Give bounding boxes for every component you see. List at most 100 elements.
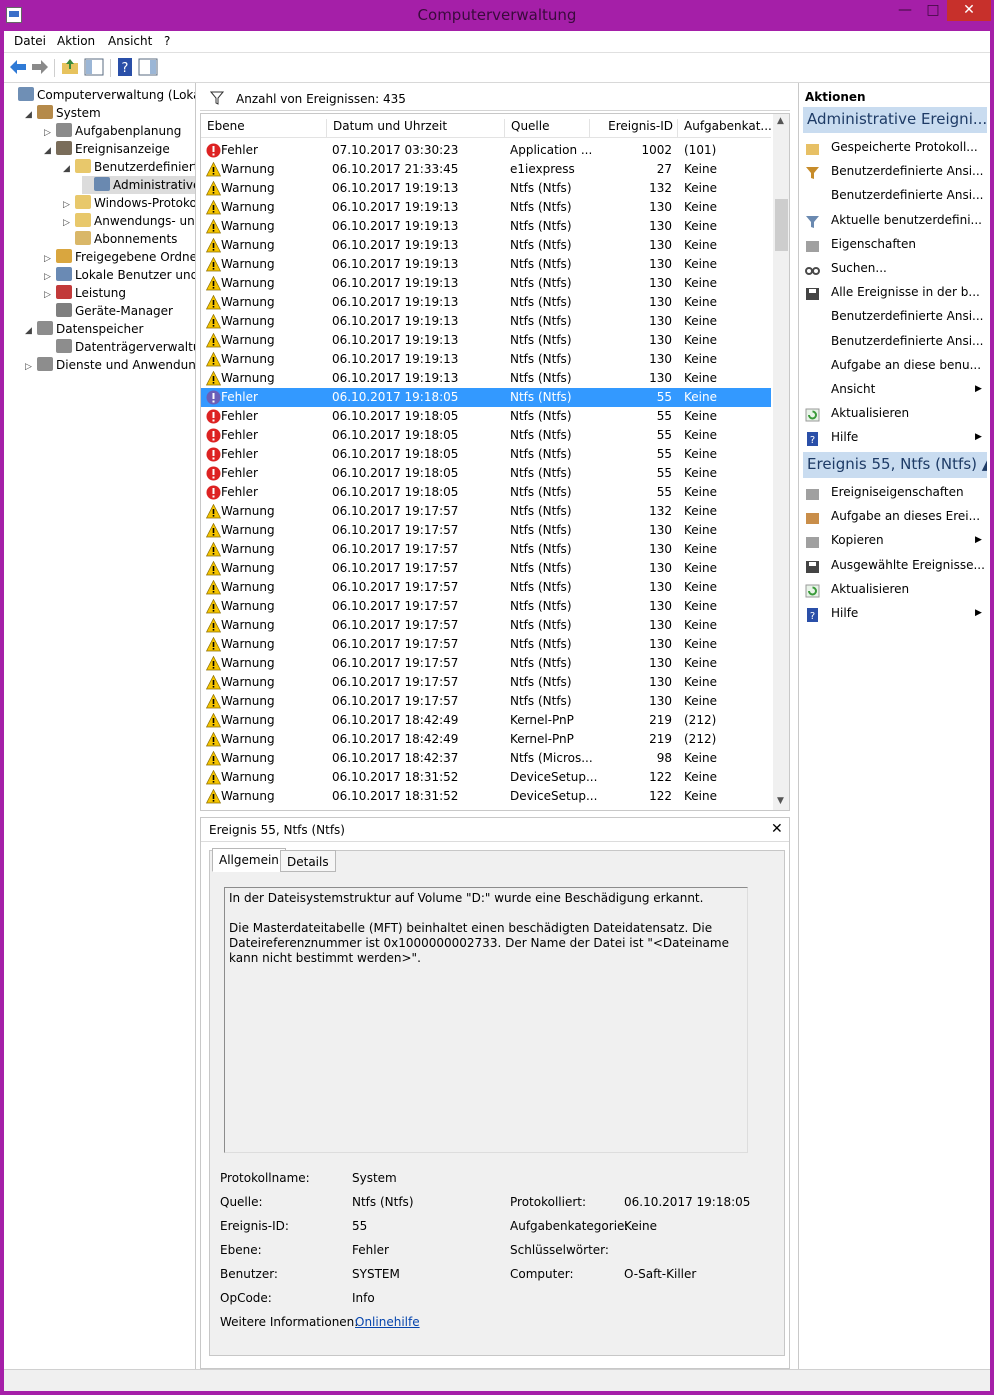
grid-vertical-scrollbar[interactable]: ▲ ▼	[773, 114, 789, 810]
tab-allgemein[interactable]: Allgemein	[212, 848, 286, 872]
event-row[interactable]: Warnung 06.10.2017 21:33:45 e1iexpress 27 Ke…	[201, 160, 771, 179]
online-help-link[interactable]: Onlinehilfe	[355, 1315, 420, 1329]
tab-details[interactable]: Details	[280, 850, 336, 872]
event-row[interactable]: Warnung 06.10.2017 19:17:57 Ntfs (Ntfs) 130…	[201, 597, 771, 616]
help-icon[interactable]: ?	[115, 57, 135, 77]
scroll-up-arrow-icon[interactable]: ▲	[777, 116, 784, 126]
event-row[interactable]: Fehler 07.10.2017 03:30:23 Application ...…	[201, 141, 771, 160]
tree-node[interactable]: ◢ Benutzerdefinierte A	[63, 158, 195, 178]
event-row[interactable]: Warnung 06.10.2017 19:17:57 Ntfs (Ntfs) 132…	[201, 502, 771, 521]
event-message-text[interactable]: In der Dateisystemstruktur auf Volume "D…	[224, 887, 748, 1153]
tree-node[interactable]: ▷ Aufgabenplanung	[44, 122, 181, 140]
action-item[interactable]: Aktuelle benutzerdefini...	[803, 208, 987, 232]
event-row[interactable]: Warnung 06.10.2017 19:19:13 Ntfs (Ntfs) 130…	[201, 198, 771, 217]
event-row[interactable]: Fehler 06.10.2017 19:18:05 Ntfs (Ntfs) 55 Ke…	[201, 407, 771, 426]
scroll-down-arrow-icon[interactable]: ▼	[777, 796, 784, 806]
event-row[interactable]: Fehler 06.10.2017 19:18:05 Ntfs (Ntfs) 55 Ke…	[201, 445, 771, 464]
collapse-arrow-icon[interactable]: ◢	[63, 160, 75, 178]
tree-node[interactable]: Geräte-Manager	[44, 302, 173, 320]
event-row[interactable]: Warnung 06.10.2017 18:42:49 Kernel-PnP 219 (…	[201, 711, 771, 730]
tree-node[interactable]: ◢ Datenspeicher	[25, 320, 143, 338]
tree-node[interactable]: ▷Anwendungs- und D	[63, 212, 195, 230]
action-item[interactable]: Benutzerdefinierte Ansi...	[803, 329, 987, 353]
tree-node[interactable]: ▷Lokale Benutzer und Gr	[44, 266, 195, 284]
tree-node[interactable]: Computerverwaltung (Lokal)	[6, 86, 195, 104]
minimize-button[interactable]: —	[893, 0, 917, 21]
menu-aktion[interactable]: Aktion	[57, 34, 95, 48]
event-row[interactable]: Warnung 06.10.2017 18:31:52 DeviceSetup...…	[201, 768, 771, 787]
event-row[interactable]: Warnung 06.10.2017 19:19:13 Ntfs (Ntfs) 132…	[201, 179, 771, 198]
close-button[interactable]: ✕	[947, 0, 991, 21]
event-row[interactable]: Warnung 06.10.2017 19:19:13 Ntfs (Ntfs) 130…	[201, 255, 771, 274]
action-item[interactable]: Eigenschaften	[803, 232, 987, 256]
up-folder-icon[interactable]	[60, 57, 80, 77]
forward-arrow-icon[interactable]	[30, 57, 50, 77]
action-item[interactable]: Ausgewählte Ereignisse...	[803, 553, 987, 577]
tree-node[interactable]: ▷Windows-Protokolle	[63, 194, 195, 212]
event-row[interactable]: Warnung 06.10.2017 19:17:57 Ntfs (Ntfs) 130…	[201, 616, 771, 635]
tree-node[interactable]: ▷ Freigegebene Ordner	[44, 248, 195, 266]
event-row[interactable]: Warnung 06.10.2017 19:17:57 Ntfs (Ntfs) 130…	[201, 692, 771, 711]
event-row[interactable]: Warnung 06.10.2017 19:19:13 Ntfs (Ntfs) 130…	[201, 331, 771, 350]
actions-section-event[interactable]: Ereignis 55, Ntfs (Ntfs) ▲	[803, 452, 987, 478]
menu-datei[interactable]: Datei	[14, 34, 46, 48]
tree-node[interactable]: ▷ Dienste und Anwendungen	[25, 356, 195, 376]
action-item[interactable]: Ereigniseigenschaften	[803, 480, 987, 504]
tree-node[interactable]: ▷ Leistung	[44, 284, 126, 302]
event-row[interactable]: Fehler 06.10.2017 19:18:05 Ntfs (Ntfs) 55 Ke…	[201, 426, 771, 445]
expand-arrow-icon[interactable]: ▷	[25, 358, 37, 376]
action-item[interactable]: Aktualisieren	[803, 577, 987, 601]
event-row[interactable]: Fehler 06.10.2017 19:18:05 Ntfs (Ntfs) 55 Ke…	[201, 464, 771, 483]
action-item[interactable]: Benutzerdefinierte Ansi...	[803, 183, 987, 207]
event-row[interactable]: Warnung 06.10.2017 18:42:37 Ntfs (Micros..…	[201, 749, 771, 768]
tree-node[interactable]: ◢ Ereignisanzeige	[44, 140, 170, 158]
tree-node[interactable]: ◢ System	[25, 104, 101, 122]
action-item[interactable]: Aktualisieren	[803, 401, 987, 425]
event-row[interactable]: Warnung 06.10.2017 19:17:57 Ntfs (Ntfs) 130…	[201, 559, 771, 578]
column-ereignis-id[interactable]: Ereignis-ID	[589, 119, 677, 137]
action-item[interactable]: ? Hilfe ▶	[803, 425, 987, 449]
event-row[interactable]: Warnung 06.10.2017 19:19:13 Ntfs (Ntfs) 130…	[201, 217, 771, 236]
show-action-pane-icon[interactable]	[138, 57, 158, 77]
collapse-arrow-icon[interactable]: ◢	[25, 106, 37, 124]
event-row[interactable]: Warnung 06.10.2017 19:17:57 Ntfs (Ntfs) 130…	[201, 673, 771, 692]
column-quelle[interactable]: Quelle	[504, 119, 589, 137]
column-aufgabenkategorie[interactable]: Aufgabenkat...	[677, 119, 772, 137]
action-item[interactable]: Benutzerdefinierte Ansi...	[803, 304, 987, 328]
collapse-arrow-icon[interactable]: ◢	[44, 142, 56, 160]
event-row[interactable]: Warnung 06.10.2017 19:19:13 Ntfs (Ntfs) 130…	[201, 293, 771, 312]
action-item[interactable]: Kopieren ▶	[803, 528, 987, 552]
action-item[interactable]: Gespeicherte Protokoll...	[803, 135, 987, 159]
show-hide-tree-icon[interactable]	[84, 57, 104, 77]
event-row[interactable]: Warnung 06.10.2017 19:17:57 Ntfs (Ntfs) 130…	[201, 578, 771, 597]
tree-node[interactable]: Abonnements	[63, 230, 177, 248]
action-item[interactable]: Alle Ereignisse in der b...	[803, 280, 987, 304]
action-item[interactable]: Ansicht ▶	[803, 377, 987, 401]
event-row[interactable]: Warnung 06.10.2017 19:19:13 Ntfs (Ntfs) 130…	[201, 312, 771, 331]
event-row[interactable]: Warnung 06.10.2017 19:17:57 Ntfs (Ntfs) 130…	[201, 654, 771, 673]
actions-section-administrative[interactable]: Administrative Ereigni... ▲	[803, 107, 987, 133]
event-row[interactable]: Warnung 06.10.2017 19:17:57 Ntfs (Ntfs) 130…	[201, 521, 771, 540]
action-item[interactable]: Aufgabe an diese benu...	[803, 353, 987, 377]
event-row[interactable]: Fehler 06.10.2017 19:18:05 Ntfs (Ntfs) 55 Ke…	[201, 388, 771, 407]
action-item[interactable]: ? Hilfe ▶	[803, 601, 987, 625]
column-datum[interactable]: Datum und Uhrzeit	[326, 119, 504, 137]
event-row[interactable]: Warnung 06.10.2017 19:19:13 Ntfs (Ntfs) 130…	[201, 236, 771, 255]
event-row[interactable]: Warnung 06.10.2017 18:31:52 DeviceSetup...…	[201, 787, 771, 806]
event-row[interactable]: Warnung 06.10.2017 19:17:57 Ntfs (Ntfs) 130…	[201, 540, 771, 559]
event-row[interactable]: Fehler 06.10.2017 19:18:05 Ntfs (Ntfs) 55 Ke…	[201, 483, 771, 502]
action-item[interactable]: Suchen...	[803, 256, 987, 280]
action-item[interactable]: Aufgabe an dieses Erei...	[803, 504, 987, 528]
back-arrow-icon[interactable]	[8, 57, 28, 77]
menu-ansicht[interactable]: Ansicht	[108, 34, 152, 48]
event-row[interactable]: Warnung 06.10.2017 19:17:57 Ntfs (Ntfs) 130…	[201, 635, 771, 654]
collapse-arrow-icon[interactable]: ◢	[25, 322, 37, 340]
maximize-button[interactable]: □	[920, 0, 946, 21]
action-item[interactable]: Benutzerdefinierte Ansi...	[803, 159, 987, 183]
menu-help[interactable]: ?	[164, 34, 170, 48]
column-ebene[interactable]: Ebene	[201, 119, 245, 137]
tree-node[interactable]: Administrative E	[82, 176, 195, 194]
event-row[interactable]: Warnung 06.10.2017 18:42:49 Kernel-PnP 219 (…	[201, 730, 771, 749]
tree-node[interactable]: Datenträgerverwaltung	[44, 338, 195, 356]
event-row[interactable]: Warnung 06.10.2017 19:19:13 Ntfs (Ntfs) 130…	[201, 350, 771, 369]
